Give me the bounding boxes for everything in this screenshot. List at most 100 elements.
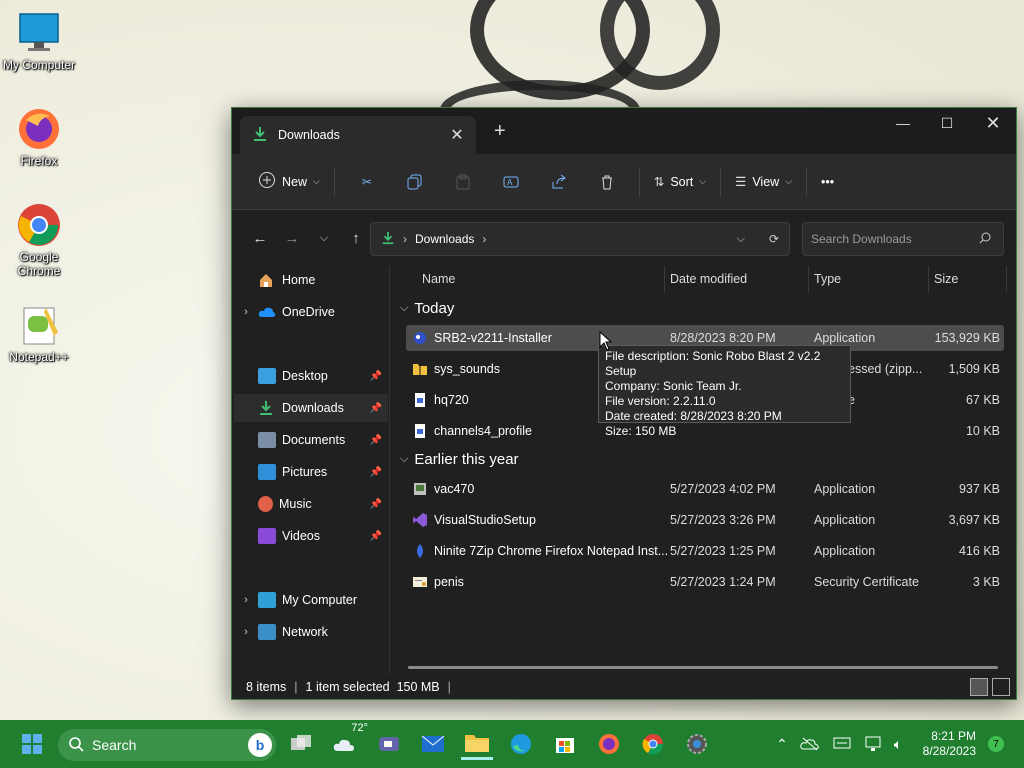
volume-icon[interactable]: 🔈︎ — [882, 728, 914, 760]
column-divider[interactable] — [664, 266, 665, 292]
more-options-button[interactable]: ••• — [815, 166, 840, 198]
search-input[interactable]: Search Downloads — [802, 222, 1004, 256]
column-header-date[interactable]: Date modified — [670, 266, 747, 292]
sidebar-item-home[interactable]: Home — [234, 266, 388, 294]
refresh-icon[interactable]: ⟳ — [769, 232, 779, 246]
desktop-icon-firefox[interactable]: Firefox — [0, 106, 78, 168]
column-header-size[interactable]: Size — [934, 266, 958, 292]
mail-icon[interactable] — [417, 728, 449, 760]
file-type: Application — [814, 331, 876, 345]
sidebar-item-onedrive[interactable]: › OneDrive — [234, 298, 388, 326]
sidebar-item-label: Pictures — [282, 465, 328, 479]
group-header-today[interactable]: ⌵ Today — [400, 300, 454, 317]
column-header-name[interactable]: Name — [422, 266, 455, 292]
sidebar-item-pictures[interactable]: Pictures 📌 — [234, 458, 388, 486]
teams-icon[interactable] — [373, 728, 405, 760]
taskbar-search[interactable]: Search b — [58, 729, 276, 761]
chevron-down-icon: ⌵ — [699, 176, 707, 186]
tab-downloads[interactable]: Downloads ✕ — [240, 116, 476, 154]
desktop-icon-notepadpp[interactable]: Notepad++ — [0, 302, 78, 364]
horizontal-scrollbar[interactable] — [408, 666, 998, 669]
close-window-icon[interactable]: ✕ — [970, 108, 1016, 138]
chevron-right-icon[interactable]: › — [234, 594, 258, 606]
new-tab-icon[interactable]: + — [494, 120, 506, 143]
column-header-type[interactable]: Type — [814, 266, 841, 292]
display-icon[interactable] — [826, 728, 858, 760]
maximize-icon[interactable]: ☐ — [924, 108, 970, 138]
sidebar-item-network[interactable]: › Network — [234, 618, 388, 646]
back-icon[interactable]: ← — [244, 222, 276, 254]
start-icon[interactable] — [16, 728, 48, 760]
group-header-earlier[interactable]: ⌵ Earlier this year — [400, 451, 519, 468]
new-button[interactable]: New ⌵ — [252, 166, 326, 198]
sort-icon: ⇅ — [653, 175, 665, 189]
column-divider[interactable] — [928, 266, 929, 292]
up-icon[interactable]: ↑ — [340, 222, 372, 254]
weather-widget[interactable]: 72° — [330, 722, 368, 760]
command-bar: New ⌵ ✂ A ⇅ Sort ⌵ ☰ View ⌵ ••• — [232, 154, 1016, 210]
chevron-right-icon[interactable]: › — [234, 306, 258, 318]
view-button[interactable]: ☰ View ⌵ — [729, 166, 798, 198]
explorer-body: Home › OneDrive Desktop 📌 Downloads 📌 Docu… — [232, 266, 1016, 674]
bing-icon[interactable]: b — [248, 733, 272, 757]
sidebar-item-music[interactable]: Music 📌 — [234, 490, 388, 518]
tooltip-line: Company: Sonic Team Jr. — [605, 379, 742, 393]
sort-button[interactable]: ⇅ Sort ⌵ — [648, 166, 712, 198]
file-size: 3 KB — [972, 575, 1000, 589]
task-view-icon[interactable] — [285, 728, 317, 760]
forward-icon[interactable]: → — [276, 222, 308, 254]
view-label: View — [752, 174, 780, 189]
copy-icon[interactable] — [391, 166, 439, 198]
search-label: Search — [92, 737, 137, 753]
edge-icon[interactable] — [505, 728, 537, 760]
minimize-icon[interactable]: — — [880, 108, 926, 138]
pin-icon: 📌 — [369, 498, 382, 510]
address-bar[interactable]: › Downloads › ⌵ ⟳ — [370, 222, 790, 256]
file-explorer-icon[interactable] — [461, 728, 493, 760]
chevron-right-icon: › — [403, 232, 407, 246]
sidebar-item-my-computer[interactable]: › My Computer — [234, 586, 388, 614]
sidebar-item-downloads[interactable]: Downloads 📌 — [234, 394, 388, 422]
sidebar-item-label: My Computer — [282, 593, 358, 607]
chevron-down-icon: ⌵ — [400, 453, 409, 465]
large-icons-view-icon[interactable] — [992, 678, 1010, 696]
desktop-icon-chrome[interactable]: Google Chrome — [0, 202, 78, 278]
sidebar-item-videos[interactable]: Videos 📌 — [234, 522, 388, 550]
desktop-icon-my-computer[interactable]: My Computer — [0, 10, 78, 72]
chevron-right-icon[interactable]: › — [234, 626, 258, 638]
breadcrumb[interactable]: Downloads — [415, 232, 474, 246]
microsoft-store-icon[interactable] — [549, 728, 581, 760]
chrome-icon[interactable] — [637, 728, 669, 760]
file-type: Application — [814, 482, 876, 496]
address-row: ← → ⌵ ↑ › Downloads › ⌵ ⟳ Search Downloa… — [232, 210, 1016, 266]
sidebar-item-desktop[interactable]: Desktop 📌 — [234, 362, 388, 390]
pin-icon: 📌 — [369, 466, 382, 478]
firefox-icon[interactable] — [593, 728, 625, 760]
paste-icon[interactable] — [439, 166, 487, 198]
rename-icon[interactable]: A — [487, 166, 535, 198]
close-tab-icon[interactable]: ✕ — [446, 124, 468, 146]
column-divider[interactable] — [808, 266, 809, 292]
cut-icon[interactable]: ✂ — [343, 166, 391, 198]
sidebar-item-documents[interactable]: Documents 📌 — [234, 426, 388, 454]
recent-locations-icon[interactable]: ⌵ — [308, 222, 340, 254]
file-row[interactable]: penis 5/27/2023 1:24 PM Security Certifi… — [406, 569, 1004, 595]
divider — [333, 167, 335, 196]
certificate-icon — [412, 574, 428, 590]
delete-icon[interactable] — [583, 166, 631, 198]
system-clock[interactable]: 8:21 PM 8/28/2023 — [923, 729, 976, 759]
pin-icon: 📌 — [369, 402, 382, 414]
details-view-icon[interactable] — [970, 678, 988, 696]
desktop-icon — [258, 368, 276, 384]
tooltip-line: Size: 150 MB — [605, 424, 677, 438]
file-row[interactable]: vac470 5/27/2023 4:02 PM Application 937… — [406, 476, 1004, 502]
divider — [806, 167, 808, 196]
column-divider[interactable] — [1006, 266, 1007, 292]
share-icon[interactable] — [535, 166, 583, 198]
file-row[interactable]: Ninite 7Zip Chrome Firefox Notepad Inst.… — [406, 538, 1004, 564]
address-dropdown-icon[interactable]: ⌵ — [737, 233, 745, 246]
onedrive-offline-icon[interactable] — [794, 728, 826, 760]
settings-icon[interactable] — [681, 728, 713, 760]
file-row[interactable]: VisualStudioSetup 5/27/2023 3:26 PM Appl… — [406, 507, 1004, 533]
notification-badge[interactable]: 7 — [988, 736, 1004, 752]
